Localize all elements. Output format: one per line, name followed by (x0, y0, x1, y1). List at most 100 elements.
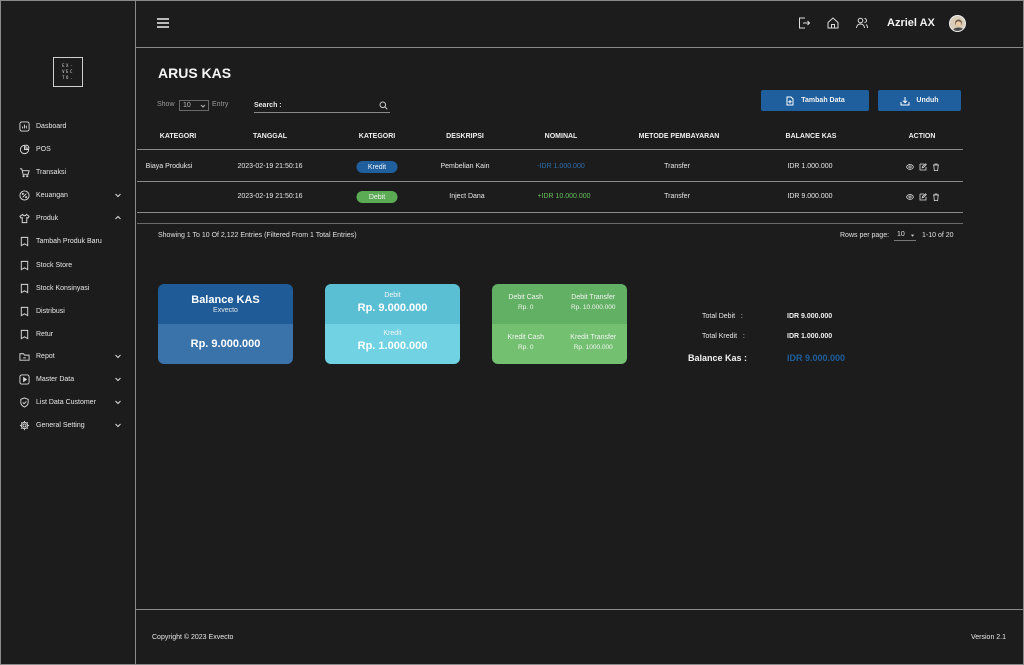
users-icon[interactable] (855, 16, 869, 30)
status-badge: Kredit (356, 161, 398, 173)
sidebar-item-tambah-produk-baru[interactable]: Tambah Produk Baru (18, 232, 122, 250)
kredit-cash-value: Rp. 0 (517, 344, 534, 351)
row-actions (906, 193, 940, 201)
cell-balance: IDR 1.000.000 (787, 163, 833, 170)
debit-cash-label: Debit Cash (508, 294, 544, 301)
pagination-range: 1-10 of 20 (922, 232, 954, 239)
hamburger-menu-icon[interactable] (156, 17, 170, 29)
chevron-down-icon[interactable] (114, 375, 122, 383)
username[interactable]: Azriel AX (887, 17, 935, 29)
sidebar-item-stock-store[interactable]: Stock Store (18, 256, 122, 274)
download-label: Unduh (916, 97, 939, 104)
balance-kas-label: Balance Kas : (688, 353, 748, 363)
sidebar-item-distribusi[interactable]: Distribusi (18, 302, 122, 320)
edit-icon[interactable] (919, 163, 927, 171)
bookmark-icon (18, 305, 30, 317)
showing-entries-text: Showing 1 To 10 Of 2,122 Entries (Filter… (158, 232, 357, 239)
sidebar-item-label: Retur (36, 330, 54, 338)
col-header-kategori-type[interactable]: KATEGORI (359, 133, 395, 140)
balance-kas-value: IDR 9.000.000 (787, 353, 846, 363)
chevron-down-icon[interactable] (114, 191, 122, 199)
balance-card-title: Balance KAS (191, 294, 260, 306)
delete-icon[interactable] (932, 163, 940, 171)
bookmark-icon (18, 282, 30, 294)
add-data-button[interactable]: Tambah Data (761, 90, 869, 111)
rows-per-page-select[interactable]: 10 (894, 230, 916, 241)
footer-divider (136, 609, 1024, 610)
cash-transfer-card: Debit Cash Rp. 0 Debit Transfer Rp. 10.0… (492, 284, 627, 364)
brand-logo[interactable]: EX- VEC TO. (53, 57, 83, 87)
copyright-text: Copyright © 2023 Exvecto (152, 634, 234, 641)
sidebar-item-label: Stock Store (36, 261, 73, 269)
cell-deskripsi: Pembelian Kain (440, 163, 490, 170)
cell-deskripsi: Inject Dana (449, 193, 485, 200)
chevron-down-icon[interactable] (114, 398, 122, 406)
col-header-kategori[interactable]: KATEGORI (160, 133, 196, 140)
sidebar-item-label: Keuangan (36, 191, 68, 199)
sidebar-item-pos[interactable]: POS (18, 140, 122, 158)
sidebar-item-repot[interactable]: Repot (18, 347, 122, 365)
sidebar-item-label: Dasboard (36, 122, 67, 130)
sidebar-item-label: Tambah Produk Baru (36, 237, 102, 245)
status-badge: Debit (356, 191, 398, 203)
search-input[interactable] (286, 100, 374, 111)
sidebar-item-label: General Setting (36, 421, 85, 429)
logout-icon[interactable] (797, 16, 811, 30)
search-label: Search : (254, 102, 282, 109)
search-underline (254, 112, 390, 113)
chevron-up-icon[interactable] (114, 214, 122, 222)
play-icon (18, 373, 30, 385)
view-icon[interactable] (906, 193, 914, 201)
sidebar-item-dashboard[interactable]: Dasboard (18, 117, 122, 135)
sidebar-item-label: List Data Customer (36, 398, 96, 406)
debit-transfer-label: Debit Transfer (571, 294, 616, 301)
delete-icon[interactable] (932, 193, 940, 201)
bookmark-icon (18, 259, 30, 271)
col-header-tanggal[interactable]: TANGGAL (253, 133, 287, 140)
cell-metode: Transfer (664, 193, 690, 200)
debit-kredit-card: Debit Rp. 9.000.000 Kredit Rp. 1.000.000 (325, 284, 460, 364)
sidebar-item-retur[interactable]: Retur (18, 325, 122, 343)
chevron-down-icon[interactable] (114, 352, 122, 360)
sidebar-item-general-setting[interactable]: General Setting (18, 416, 122, 434)
version-text: Version 2.1 (971, 634, 1007, 641)
download-button[interactable]: Unduh (878, 90, 961, 111)
cart-icon (18, 166, 30, 178)
balance-card-subtitle: Exvecto (213, 307, 238, 314)
cell-nominal: -IDR 1.000.000 (537, 163, 585, 170)
col-header-metode-pembayaran[interactable]: METODE PEMBAYARAN (639, 133, 720, 140)
col-header-balance-kas[interactable]: BALANCE KAS (786, 133, 837, 140)
search-icon[interactable] (379, 101, 388, 110)
show-label: Show (157, 101, 175, 108)
balance-card-value: Rp. 9.000.000 (190, 338, 261, 350)
show-entries-select[interactable]: 10 (179, 100, 209, 111)
debit-label: Debit (384, 292, 401, 299)
sidebar-item-list-data-customer[interactable]: List Data Customer (18, 393, 122, 411)
view-icon[interactable] (906, 163, 914, 171)
sidebar-item-produk[interactable]: Produk (18, 209, 122, 227)
avatar[interactable] (949, 15, 966, 32)
sidebar: EX- VEC TO. Dasboard POS Transaksi Keuan… (0, 0, 136, 665)
home-icon[interactable] (826, 16, 840, 30)
sidebar-item-label: Stock Konsinyasi (36, 284, 90, 292)
sidebar-item-transaksi[interactable]: Transaksi (18, 163, 122, 181)
pie-icon (18, 143, 30, 155)
kredit-cash-label: Kredit Cash (507, 334, 545, 341)
chevron-down-icon[interactable] (114, 421, 122, 429)
sidebar-item-stock-konsinyasi[interactable]: Stock Konsinyasi (18, 279, 122, 297)
sidebar-item-master-data[interactable]: Master Data (18, 370, 122, 388)
sidebar-item-keuangan[interactable]: Keuangan (18, 186, 122, 204)
total-debit-label: Total Debit : (702, 313, 743, 320)
row-actions (906, 163, 940, 171)
show-entries-value: 10 (183, 102, 191, 109)
col-header-deskripsi[interactable]: DESKRIPSI (446, 133, 484, 140)
logo-text: EX- VEC TO. (62, 63, 74, 80)
sidebar-item-label: Repot (36, 352, 55, 360)
col-header-nominal[interactable]: NOMINAL (545, 133, 578, 140)
page-title: ARUS KAS (158, 65, 232, 81)
kredit-value: Rp. 1.000.000 (357, 340, 428, 352)
folder-icon (18, 350, 30, 362)
cell-kategori: Biaya Produksi (145, 163, 193, 170)
chevron-down-icon (910, 234, 915, 237)
edit-icon[interactable] (919, 193, 927, 201)
